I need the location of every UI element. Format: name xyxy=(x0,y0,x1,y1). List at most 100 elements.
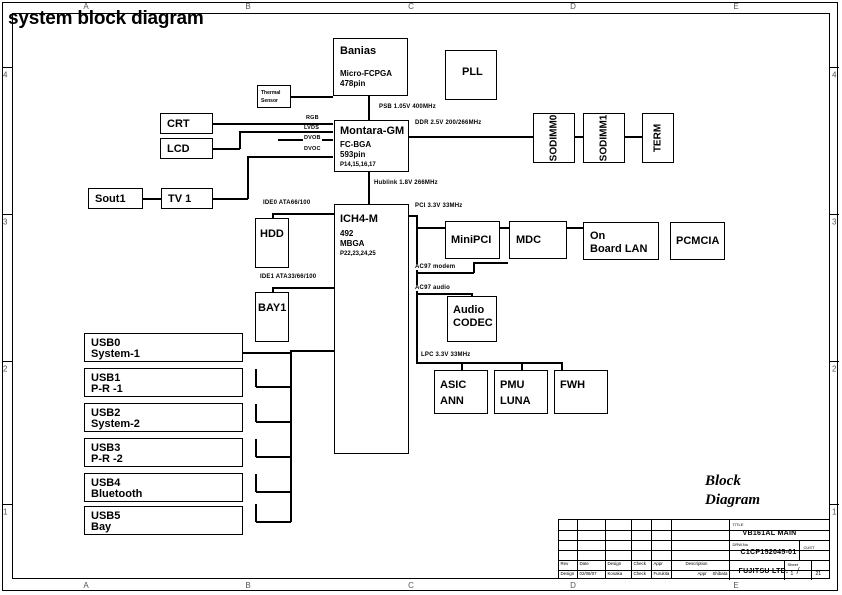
wire-dvoc-c xyxy=(247,156,333,158)
block-thermal-sensor[interactable]: Thermal Sensor xyxy=(257,85,291,108)
wire-usb1 xyxy=(256,386,291,388)
wire-dvoc-a xyxy=(213,198,248,200)
wire-psb xyxy=(368,96,370,120)
wire-ac97modem-c xyxy=(473,262,508,264)
grid-col-bottom-b: B xyxy=(245,581,251,590)
block-term-name: TERM xyxy=(652,123,664,153)
page-title: system block diagram xyxy=(8,8,204,29)
net-label-ide1: IDE1 ATA33/66/100 xyxy=(259,274,318,280)
frame-tick xyxy=(2,67,13,68)
grid-row-left-2: 2 xyxy=(3,364,8,374)
block-usb2[interactable]: USB2 System-2 xyxy=(84,403,243,432)
block-pll[interactable]: PLL xyxy=(445,50,497,100)
block-bay1[interactable]: BAY1 xyxy=(255,292,289,342)
grid-col-bottom-d: D xyxy=(570,581,576,590)
net-label-ac97-audio: AC97 audio xyxy=(414,285,452,291)
frame-tick xyxy=(829,214,839,215)
grid-row-right-2: 2 xyxy=(832,364,837,374)
block-usb5[interactable]: USB5 Bay xyxy=(84,506,243,535)
wire-ide1-b xyxy=(272,287,334,289)
wire-ddr xyxy=(409,136,533,138)
wire-usb0 xyxy=(243,352,291,354)
grid-col-bottom-c: C xyxy=(408,581,414,590)
block-tv1[interactable]: TV 1 xyxy=(161,188,213,209)
block-banias[interactable]: Banias Micro-FCPGA 478pin xyxy=(333,38,408,96)
block-usb3[interactable]: USB3 P-R -2 xyxy=(84,438,243,467)
block-sodimm1-name: SODIMM1 xyxy=(598,114,610,162)
wire-lvds-c xyxy=(239,131,333,133)
block-mdc[interactable]: MDC xyxy=(509,221,567,259)
title-block-check-name: Furukita xyxy=(653,571,670,576)
title-block-check-label: Check xyxy=(633,571,646,576)
block-montara-gm[interactable]: Montara-GM FC-BGA 593pin P14,15,16,17 xyxy=(334,120,409,172)
block-hdd[interactable]: HDD xyxy=(255,218,289,268)
block-audio-codec[interactable]: Audio CODEC xyxy=(447,296,497,342)
frame-tick xyxy=(2,504,13,505)
block-minipci[interactable]: MiniPCI xyxy=(445,221,500,259)
block-onboard-lan-line2: Board LAN xyxy=(590,243,648,255)
net-label-hublink: Hublink 1.8V 266MHz xyxy=(373,180,439,186)
wire-usb2-stub xyxy=(255,404,257,422)
block-usb5-line2: Bay xyxy=(91,521,112,533)
block-usb4[interactable]: USB4 Bluetooth xyxy=(84,473,243,502)
wire-pci-trunk xyxy=(416,227,418,362)
wire-thermal-banias xyxy=(291,96,333,98)
block-sodimm1[interactable]: SODIMM1 xyxy=(583,113,625,163)
net-label-ddr: DDR 2.5V 200/266MHz xyxy=(414,120,483,126)
wire-hublink xyxy=(368,172,370,204)
title-block-col-date: Date xyxy=(579,561,589,566)
wire-usb2 xyxy=(256,421,291,423)
block-term[interactable]: TERM xyxy=(642,113,674,163)
title-block-design-label: Design xyxy=(560,571,575,576)
block-ich4-m-sub2: MBGA xyxy=(340,239,365,248)
frame-tick xyxy=(2,361,13,362)
grid-col-bottom-e: E xyxy=(733,581,739,590)
diagram-caption: Block Diagram xyxy=(705,472,760,510)
wire-ide0-b xyxy=(272,213,334,215)
block-onboard-lan[interactable]: On Board LAN xyxy=(583,222,659,260)
wire-sodimm1-term xyxy=(625,136,642,138)
wire-lpc-fwh xyxy=(561,362,563,370)
block-lcd[interactable]: LCD xyxy=(160,138,213,159)
block-banias-sub1: Micro-FCPGA xyxy=(340,69,392,78)
net-label-pci: PCI 3.3V 33MHz xyxy=(414,203,464,209)
block-pmu-luna-line1: PMU xyxy=(500,379,525,391)
title-block-col-design: Design xyxy=(607,561,622,566)
block-thermal-sensor-line1: Thermal xyxy=(261,90,281,96)
block-ich4-m[interactable]: ICH4-M 492 MBGA P22,23,24,25 xyxy=(334,204,409,454)
block-bay1-name: BAY1 xyxy=(258,302,287,314)
grid-col-top-e: E xyxy=(733,2,739,11)
block-asic-ann[interactable]: ASIC ANN xyxy=(434,370,488,414)
block-usb4-line2: Bluetooth xyxy=(91,488,143,500)
block-minipci-name: MiniPCI xyxy=(451,234,492,246)
block-pcmcia[interactable]: PCMCIA xyxy=(670,222,725,260)
block-pmu-luna[interactable]: PMU LUNA xyxy=(494,370,548,414)
grid-row-right-4: 4 xyxy=(832,70,837,80)
block-usb1-line2: P-R -1 xyxy=(91,383,123,395)
net-label-dvoc: DVOC xyxy=(303,146,322,152)
net-label-rgb: RGB xyxy=(305,115,320,121)
title-block-cust-label: CUST xyxy=(803,545,815,550)
wire-usb1-stub xyxy=(255,369,257,387)
block-usb0[interactable]: USB0 System-1 xyxy=(84,333,243,362)
block-usb1[interactable]: USB1 P-R -1 xyxy=(84,368,243,397)
block-sodimm0[interactable]: SODIMM0 xyxy=(533,113,575,163)
block-pll-name: PLL xyxy=(462,66,483,78)
title-block-title-label: TITLE xyxy=(732,521,744,527)
title-block-sheet-separator: / xyxy=(796,565,800,577)
wire-usb4 xyxy=(256,491,291,493)
wire-lpc-bus xyxy=(416,362,562,364)
block-fwh-name: FWH xyxy=(560,379,586,391)
diagram-caption-line1: Block xyxy=(705,473,741,489)
grid-row-left-3: 3 xyxy=(3,217,8,227)
block-crt[interactable]: CRT xyxy=(160,113,213,134)
block-sout1[interactable]: Sout1 xyxy=(88,188,143,209)
wire-lpc-asic xyxy=(461,362,463,370)
block-fwh[interactable]: FWH xyxy=(554,370,608,414)
block-banias-sub2: 478pin xyxy=(340,79,366,88)
wire-usb-trunk-top xyxy=(290,350,334,352)
block-thermal-sensor-line2: Sensor xyxy=(261,98,278,104)
block-pmu-luna-line2: LUNA xyxy=(500,395,531,407)
net-label-ide0: IDE0 ATA66/100 xyxy=(262,200,312,206)
wire-usb-trunk xyxy=(290,350,292,522)
